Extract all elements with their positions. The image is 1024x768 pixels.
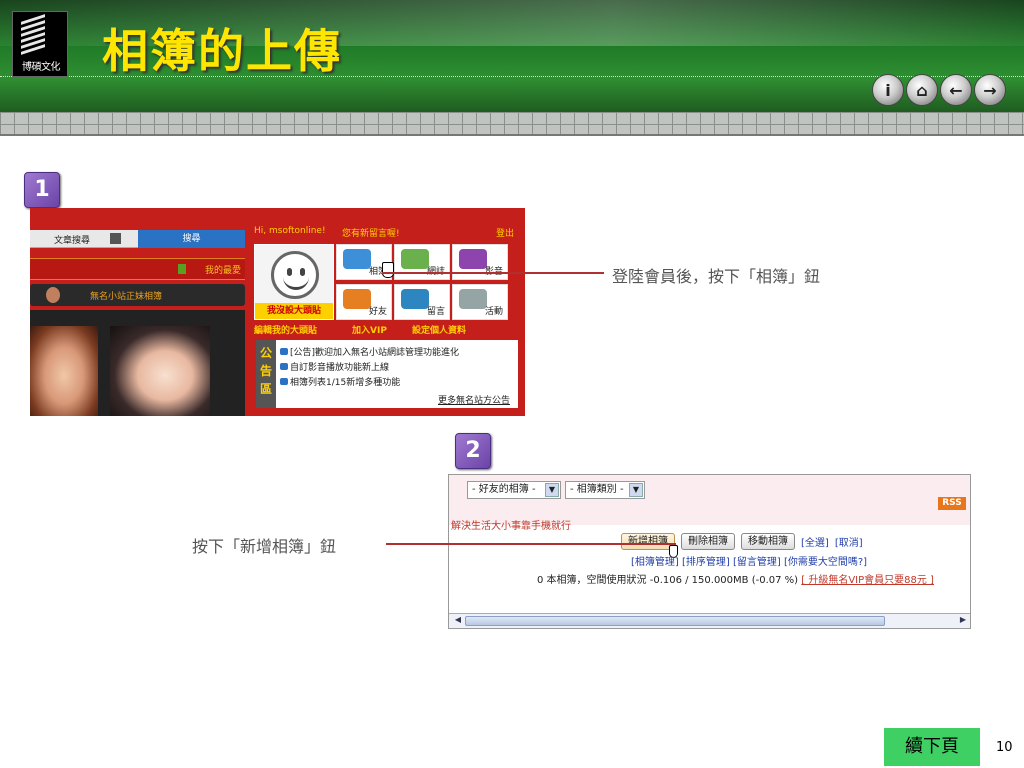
mouse-pointer-icon: [382, 262, 394, 278]
slide-title: 相簿的上傳: [102, 24, 342, 78]
continue-button[interactable]: 續下頁: [884, 728, 980, 766]
horizontal-scrollbar[interactable]: ◀ ▶: [449, 613, 970, 628]
home-icon[interactable]: ⌂: [906, 74, 938, 106]
album-manage-links[interactable]: [相簿管理] [排序管理] [留言管理] [你需要大空間嗎?]: [631, 553, 867, 568]
cancel-link[interactable]: [取消]: [835, 534, 863, 549]
profile-settings-link[interactable]: 設定個人資料: [412, 323, 466, 336]
member-topbar: Hi, msoftonline! 您有新留言喔! 登出: [254, 224, 514, 240]
album-actions: 新增相簿 刪除相簿 移動相簿 [全選] [取消]: [621, 533, 863, 550]
search-button[interactable]: 搜尋: [138, 230, 245, 248]
avatar: [46, 287, 60, 303]
video-icon: [459, 249, 487, 269]
forward-icon[interactable]: →: [974, 74, 1006, 106]
page-number: 10: [996, 740, 1013, 755]
tile-activity[interactable]: 活動: [452, 284, 508, 320]
new-album-button[interactable]: 新增相簿: [621, 533, 675, 550]
tile-blog[interactable]: 網誌: [394, 244, 450, 280]
scroll-right-icon[interactable]: ▶: [956, 615, 970, 627]
select-all-link[interactable]: [全選]: [801, 534, 829, 549]
notice-bullet-icon: [280, 363, 288, 370]
photo-thumbnail-1[interactable]: [30, 326, 98, 416]
tile-blog-label: 網誌: [427, 264, 445, 277]
notice-bullet-icon: [280, 378, 288, 385]
tile-friends[interactable]: 好友: [336, 284, 392, 320]
chevron-down-icon[interactable]: ▼: [545, 483, 559, 497]
dropdown-arrow-icon[interactable]: [110, 233, 121, 244]
nav-buttons: i ⌂ ← →: [872, 74, 1006, 106]
album-toolbar: - 好友的相簿 - ▼ - 相簿類別 - ▼ RSS 解決生活大小事靠手機就行: [449, 475, 970, 532]
scrollbar-thumb[interactable]: [465, 616, 885, 626]
photo-thumbnail-2[interactable]: [110, 326, 210, 416]
scroll-left-icon[interactable]: ◀: [451, 615, 465, 627]
info-icon[interactable]: i: [872, 74, 904, 106]
move-album-button[interactable]: 移動相簿: [741, 533, 795, 550]
tile-message[interactable]: 留言: [394, 284, 450, 320]
featured-bar-label: 無名小站正妹相簿: [90, 292, 163, 302]
promo-message[interactable]: 解決生活大小事靠手機就行: [451, 517, 571, 532]
new-message-link[interactable]: 您有新留言喔!: [342, 226, 400, 239]
favorite-link[interactable]: 我的最愛: [205, 263, 241, 276]
album-icon: [343, 249, 371, 269]
notice-item[interactable]: 自訂影音播放功能新上線: [290, 360, 389, 373]
publisher-logo: 博碩文化: [12, 11, 68, 77]
activity-icon: [459, 289, 487, 309]
upgrade-vip-link[interactable]: [ 升級無名VIP會員只要88元 ]: [801, 575, 934, 586]
chevron-down-icon[interactable]: ▼: [629, 483, 643, 497]
join-vip-link[interactable]: 加入VIP: [352, 323, 387, 336]
photo-strip: [30, 310, 245, 416]
favorite-strip: 我的最愛: [30, 258, 245, 280]
blog-icon: [401, 249, 429, 269]
step-1-note: 登陸會員後，按下「相簿」鈕: [612, 267, 821, 286]
header-grid-band: [0, 112, 1024, 136]
member-links: 編輯我的大頭貼 加入VIP 設定個人資料: [254, 322, 514, 336]
rss-badge[interactable]: RSS: [938, 497, 966, 510]
album-category-select[interactable]: - 相簿類別 - ▼: [565, 481, 645, 499]
avatar-tile-caption: 我沒設大頭貼: [255, 303, 333, 319]
edit-avatar-link[interactable]: 編輯我的大頭貼: [254, 323, 317, 336]
tile-video-label: 影音: [485, 264, 503, 277]
tile-friends-label: 好友: [368, 307, 387, 317]
screenshot-album-page: - 好友的相簿 - ▼ - 相簿類別 - ▼ RSS 解決生活大小事靠手機就行 …: [448, 474, 971, 629]
smiley-icon: [271, 251, 319, 299]
step-1-badge: 1: [24, 172, 60, 208]
step-2-note: 按下「新增相簿」鈕: [192, 537, 337, 556]
member-tiles: 我沒設大頭貼 相簿 網誌 影音 好友 留言 活動: [254, 244, 510, 320]
slide-header: 博碩文化 相簿的上傳 i ⌂ ← →: [0, 0, 1024, 112]
callout-line-2: [386, 543, 676, 545]
logo-fan-icon: [21, 14, 45, 58]
step-2-badge: 2: [455, 433, 491, 469]
notice-bullet-icon: [280, 348, 288, 355]
storage-status: 0 本相簿，空間使用狀況 -0.106 / 150.000MB (-0.07 %…: [537, 571, 934, 586]
friends-album-select[interactable]: - 好友的相簿 - ▼: [467, 481, 561, 499]
delete-album-button[interactable]: 刪除相簿: [681, 533, 735, 550]
speaker-icon: [178, 264, 186, 274]
logout-link[interactable]: 登出: [496, 226, 514, 239]
notice-item[interactable]: [公告]歡迎加入無名小站網誌管理功能進化: [290, 345, 459, 358]
tile-message-label: 留言: [426, 307, 445, 317]
logo-text: 博碩文化: [22, 62, 61, 73]
avatar-tile[interactable]: 我沒設大頭貼: [254, 244, 334, 320]
notice-label: 公告區: [256, 340, 276, 408]
tile-activity-label: 活動: [484, 307, 503, 317]
notice-item[interactable]: 相簿列表1/15新增多種功能: [290, 375, 400, 388]
friends-icon: [343, 289, 371, 309]
user-greeting: Hi, msoftonline!: [254, 226, 326, 236]
featured-bar[interactable]: 無名小站正妹相簿: [30, 284, 245, 306]
search-select[interactable]: 文章搜尋: [54, 233, 90, 246]
back-icon[interactable]: ←: [940, 74, 972, 106]
notice-more-link[interactable]: 更多無名站方公告: [438, 393, 510, 406]
screenshot-member-home: 文章搜尋 搜尋 我的最愛 無名小站正妹相簿 Hi, msoftonline! 您…: [30, 208, 525, 416]
tile-video[interactable]: 影音: [452, 244, 508, 280]
storage-usage-text: 0 本相簿，空間使用狀況 -0.106 / 150.000MB (-0.07 %…: [537, 575, 799, 586]
friends-album-select-value: - 好友的相簿 -: [472, 484, 536, 495]
notice-board: 公告區 [公告]歡迎加入無名小站網誌管理功能進化 自訂影音播放功能新上線 相簿列…: [256, 340, 518, 408]
callout-line-1: [382, 272, 604, 274]
message-icon: [401, 289, 429, 309]
album-category-select-value: - 相簿類別 -: [570, 484, 624, 495]
